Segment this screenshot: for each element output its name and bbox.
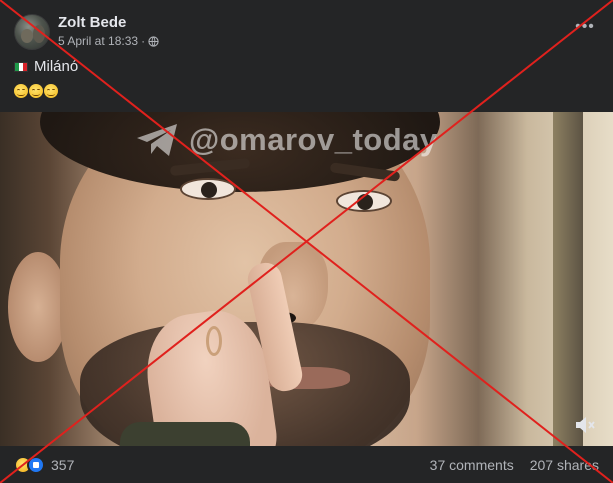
comments-count-link[interactable]: 37 comments — [430, 457, 514, 473]
watermark-text: @omarov_today — [189, 122, 438, 157]
post-stats-bar: 357 37 comments 207 shares — [0, 446, 613, 483]
facebook-post: Zolt Bede 5 April at 18:33 · ••• Milánó — [0, 0, 613, 483]
post-meta: 5 April at 18:33 · — [58, 34, 159, 48]
shares-count-link[interactable]: 207 shares — [530, 457, 599, 473]
reactions-summary[interactable]: 357 — [14, 455, 74, 474]
sleeve — [120, 422, 250, 446]
grinning-face-icon — [14, 84, 28, 98]
reaction-count[interactable]: 357 — [51, 457, 74, 473]
post-timestamp[interactable]: 5 April at 18:33 — [58, 34, 138, 48]
post-video[interactable] — [0, 112, 613, 446]
left-eye — [180, 178, 236, 200]
grinning-face-icon — [29, 84, 43, 98]
post-header: Zolt Bede 5 April at 18:33 · ••• — [14, 13, 599, 53]
ear — [8, 252, 68, 362]
video-watermark: @omarov_today — [135, 122, 438, 158]
like-icon — [27, 455, 45, 474]
post-text-emojis — [14, 84, 58, 98]
more-options-button[interactable]: ••• — [571, 17, 599, 37]
ring — [206, 326, 222, 356]
globe-icon — [148, 35, 159, 47]
author-avatar[interactable] — [14, 14, 50, 50]
italy-flag-icon — [14, 61, 28, 72]
post-text-location: Milánó — [14, 58, 78, 75]
grinning-face-icon — [44, 84, 58, 98]
author-name[interactable]: Zolt Bede — [58, 14, 126, 31]
background-frame — [553, 112, 583, 446]
location-text: Milánó — [34, 58, 79, 75]
volume-muted-icon[interactable] — [573, 414, 597, 436]
right-eye — [336, 190, 392, 212]
telegram-icon — [137, 124, 177, 156]
